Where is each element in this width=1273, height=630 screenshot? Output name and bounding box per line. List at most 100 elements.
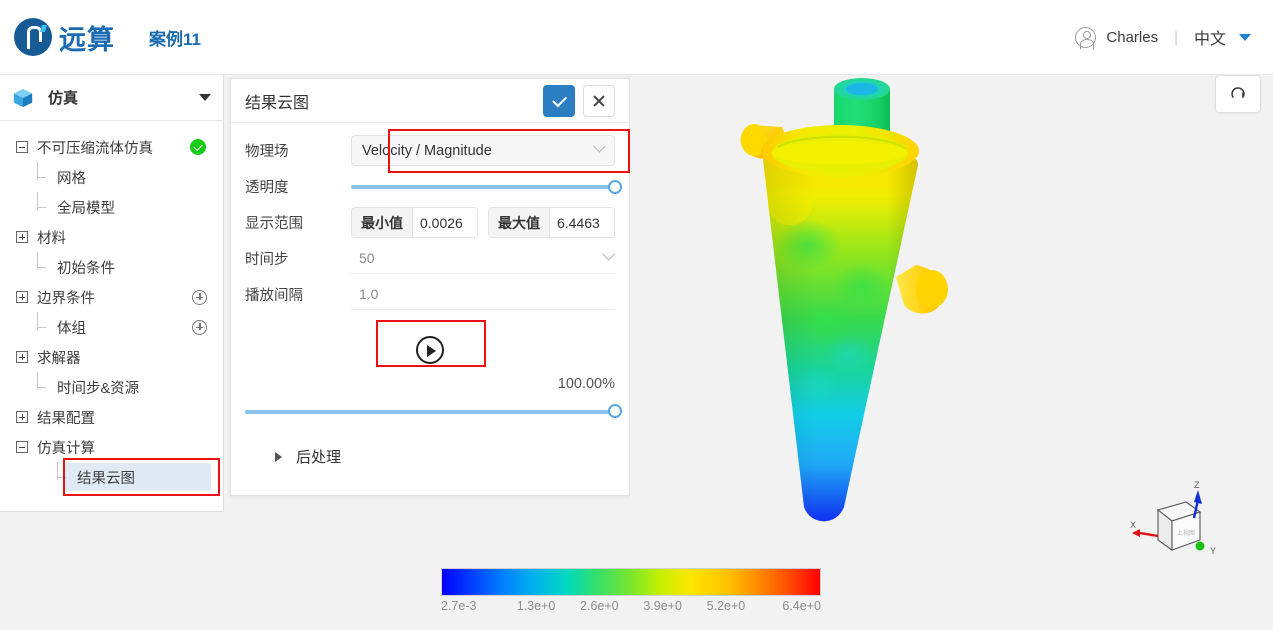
expand-icon[interactable] [16, 231, 28, 243]
tree-item-label: 网格 [57, 170, 86, 187]
header-divider: | [1174, 28, 1178, 46]
axis-label-z: Z [1194, 480, 1200, 490]
svg-text:上视图: 上视图 [1177, 529, 1195, 537]
orientation-axes-widget[interactable]: 上视图 X Y Z [1128, 480, 1228, 570]
timestep-row: 时间步 50 [245, 241, 615, 276]
legend-tick-3: 3.9e+0 [643, 599, 682, 613]
tree-item-label: 初始条件 [57, 260, 115, 277]
chevron-down-icon[interactable] [199, 94, 211, 101]
expand-icon[interactable] [16, 291, 28, 303]
app-header: 远算 案例11 Charles | 中文 [0, 0, 1273, 75]
language-label[interactable]: 中文 [1194, 25, 1226, 49]
cube-icon [13, 88, 33, 107]
tree-item-9[interactable]: 结果配置 [0, 402, 223, 432]
tree-item-label: 时间步&资源 [57, 380, 140, 397]
physical-field-select[interactable]: Velocity / Magnitude [351, 135, 615, 166]
tree-item-8[interactable]: 时间步&资源 [0, 372, 223, 402]
min-value-input[interactable]: 0.0026 [413, 208, 477, 237]
reset-view-button[interactable] [1215, 75, 1261, 113]
confirm-button[interactable] [543, 84, 575, 117]
physical-field-value: Velocity / Magnitude [362, 142, 492, 159]
tree-item-10[interactable]: 仿真计算 [0, 432, 223, 462]
color-legend-bar [441, 568, 821, 596]
panel-header: 结果云图 [231, 79, 629, 123]
axis-label-x: X [1130, 520, 1136, 530]
brand-logo[interactable]: 远算 [14, 18, 115, 57]
tree-branch-line-icon [36, 162, 48, 183]
sidebar-header[interactable]: 仿真 [0, 75, 223, 121]
velocity-contour-model[interactable] [730, 75, 1030, 575]
expand-icon[interactable] [16, 411, 28, 423]
user-avatar-icon[interactable] [1075, 26, 1097, 50]
tree-branch-line-icon [36, 372, 48, 393]
collapse-icon[interactable] [16, 141, 28, 153]
tree-item-label: 边界条件 [37, 290, 95, 307]
display-range-label: 显示范围 [245, 216, 303, 232]
opacity-slider[interactable] [351, 178, 622, 196]
sidebar-header-label: 仿真 [48, 90, 79, 107]
play-interval-input[interactable]: 1.0 [351, 279, 615, 310]
play-circle-icon[interactable] [416, 336, 444, 364]
tree-item-4[interactable]: 初始条件 [0, 252, 223, 282]
expand-icon[interactable] [16, 351, 28, 363]
close-button[interactable] [583, 84, 615, 117]
chevron-down-icon [602, 247, 615, 261]
postprocess-section-toggle[interactable]: 后处理 [245, 446, 615, 467]
brand-name: 远算 [59, 24, 115, 55]
opacity-slider-fill [351, 185, 615, 189]
color-legend: 2.7e-3 1.3e+0 2.6e+0 3.9e+0 5.2e+0 6.4e+0 [441, 568, 821, 613]
legend-tick-1: 1.3e+0 [516, 599, 556, 613]
model-funnel-body [762, 143, 918, 522]
case-title: 案例11 [149, 29, 201, 49]
progress-slider-fill [245, 409, 615, 414]
tree-item-5[interactable]: 边界条件 [0, 282, 223, 312]
physical-field-label: 物理场 [245, 144, 289, 160]
timestep-select[interactable]: 50 [351, 243, 615, 274]
tree-item-6[interactable]: 体组 [0, 312, 223, 342]
max-value-tag: 最大值 [489, 208, 550, 237]
color-legend-ticks: 2.7e-3 1.3e+0 2.6e+0 3.9e+0 5.2e+0 6.4e+0 [441, 599, 821, 613]
logo-mark-icon [14, 18, 52, 56]
tree-item-0[interactable]: 不可压缩流体仿真 [0, 132, 223, 162]
add-item-icon[interactable] [192, 289, 207, 305]
timestep-value: 50 [359, 250, 375, 266]
tree-item-label: 仿真计算 [37, 440, 95, 457]
tree-item-11[interactable]: 结果云图 [0, 462, 223, 492]
tree-item-2[interactable]: 全局模型 [0, 192, 223, 222]
playback-progress-slider[interactable] [245, 402, 622, 420]
timestep-label: 时间步 [245, 252, 289, 268]
tree-item-label: 材料 [37, 230, 66, 247]
reset-view-icon [1231, 87, 1245, 98]
add-item-icon[interactable] [192, 319, 207, 335]
legend-tick-4: 5.2e+0 [706, 599, 746, 613]
play-interval-value: 1.0 [359, 286, 379, 302]
max-value-field[interactable]: 最大值 6.4463 [488, 207, 615, 238]
legend-tick-5: 6.4e+0 [782, 599, 821, 613]
collapse-icon[interactable] [16, 441, 28, 453]
tree-item-label: 求解器 [37, 350, 81, 367]
physical-field-row: 物理场 Velocity / Magnitude [245, 133, 615, 168]
legend-tick-0: 2.7e-3 [441, 599, 477, 613]
axis-label-y: Y [1210, 546, 1216, 556]
tree-item-1[interactable]: 网格 [0, 162, 223, 192]
tree-branch-line-icon [56, 462, 68, 483]
tree-item-3[interactable]: 材料 [0, 222, 223, 252]
chevron-right-icon [275, 451, 282, 462]
progress-slider-knob[interactable] [608, 404, 622, 418]
opacity-slider-knob[interactable] [608, 179, 622, 194]
tree-item-7[interactable]: 求解器 [0, 342, 223, 372]
tree-item-label: 体组 [57, 320, 86, 337]
result-contour-panel: 结果云图 物理场 Velocity / Magnitude 透明度 显示范围 最… [230, 78, 630, 496]
tree-item-label: 结果配置 [37, 410, 95, 427]
max-value-input[interactable]: 6.4463 [550, 208, 614, 237]
header-right-group: Charles | 中文 [1075, 25, 1251, 50]
user-name[interactable]: Charles [1106, 29, 1158, 46]
3d-viewport[interactable]: 上视图 X Y Z [630, 75, 1273, 630]
tree-branch-line-icon [36, 192, 48, 213]
opacity-label: 透明度 [245, 180, 289, 196]
opacity-row: 透明度 [245, 169, 622, 204]
min-value-field[interactable]: 最小值 0.0026 [351, 207, 478, 238]
chevron-down-icon [593, 139, 606, 153]
chevron-down-icon[interactable] [1239, 33, 1251, 41]
min-value-tag: 最小值 [352, 208, 413, 237]
